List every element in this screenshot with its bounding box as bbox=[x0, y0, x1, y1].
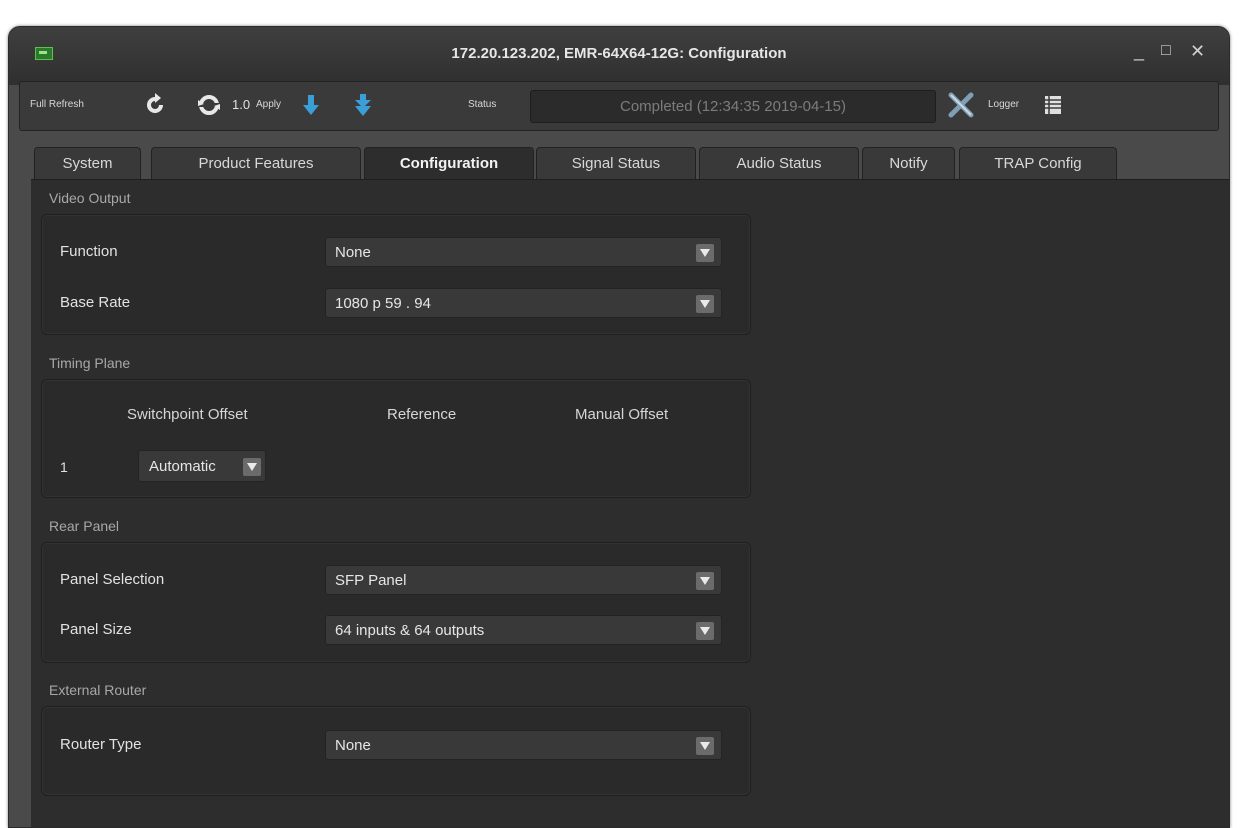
switchpoint-offset-select[interactable]: Automatic bbox=[138, 450, 266, 482]
tab-signal-status[interactable]: Signal Status bbox=[536, 147, 696, 179]
tab-product-features[interactable]: Product Features bbox=[151, 147, 361, 179]
config-window: 172.20.123.202, EMR-64X64-12G: Configura… bbox=[8, 26, 1230, 828]
tab-notify[interactable]: Notify bbox=[862, 147, 955, 179]
logger-list-icon[interactable] bbox=[1040, 92, 1066, 118]
chevron-down-icon bbox=[696, 295, 714, 313]
chevron-down-icon bbox=[696, 244, 714, 262]
base-rate-label: Base Rate bbox=[60, 294, 131, 311]
router-type-select[interactable]: None bbox=[325, 730, 722, 760]
video-output-title: Video Output bbox=[49, 190, 131, 206]
title-bar[interactable]: 172.20.123.202, EMR-64X64-12G: Configura… bbox=[9, 27, 1229, 85]
chevron-down-icon bbox=[696, 572, 714, 590]
download-all-icon[interactable] bbox=[350, 92, 376, 118]
full-refresh-label: Full Refresh bbox=[30, 99, 84, 110]
clear-status-x-icon[interactable] bbox=[948, 92, 974, 118]
logger-label: Logger bbox=[988, 99, 1020, 110]
video-output-group: Function None Base Rate 1080 p 59 . 94 bbox=[41, 214, 751, 335]
base-rate-value: 1080 p 59 . 94 bbox=[335, 295, 431, 312]
chevron-down-icon bbox=[243, 458, 261, 476]
download-icon[interactable] bbox=[298, 92, 324, 118]
base-rate-select[interactable]: 1080 p 59 . 94 bbox=[325, 288, 722, 318]
panel-selection-select[interactable]: SFP Panel bbox=[325, 565, 722, 595]
router-type-value: None bbox=[335, 737, 371, 754]
tab-configuration[interactable]: Configuration bbox=[364, 147, 534, 181]
timing-plane-title: Timing Plane bbox=[49, 355, 131, 371]
external-router-group: Router Type None bbox=[41, 706, 751, 796]
status-display: Completed (12:34:35 2019-04-15) bbox=[530, 90, 936, 123]
tab-system[interactable]: System bbox=[34, 147, 141, 179]
close-button[interactable]: ✕ bbox=[1190, 41, 1205, 61]
tab-audio-status[interactable]: Audio Status bbox=[699, 147, 859, 179]
refresh-interval-value[interactable]: 1.0 bbox=[232, 97, 250, 112]
panel-size-value: 64 inputs & 64 outputs bbox=[335, 622, 485, 639]
auto-refresh-icon[interactable] bbox=[196, 92, 222, 118]
chevron-down-icon bbox=[696, 737, 714, 755]
manual-offset-header: Manual Offset bbox=[575, 406, 669, 423]
function-label: Function bbox=[60, 243, 118, 260]
timing-row-index: 1 bbox=[60, 459, 68, 475]
function-select[interactable]: None bbox=[325, 237, 722, 267]
minimize-button[interactable]: _ bbox=[1134, 41, 1144, 61]
panel-size-select[interactable]: 64 inputs & 64 outputs bbox=[325, 615, 722, 645]
router-type-label: Router Type bbox=[60, 736, 142, 753]
maximize-button[interactable]: □ bbox=[1161, 41, 1171, 61]
panel-size-label: Panel Size bbox=[60, 621, 132, 638]
rear-panel-group: Panel Selection SFP Panel Panel Size 64 … bbox=[41, 542, 751, 663]
switchpoint-offset-value: Automatic bbox=[149, 458, 216, 475]
chevron-down-icon bbox=[696, 622, 714, 640]
function-value: None bbox=[335, 244, 371, 261]
external-router-title: External Router bbox=[49, 682, 147, 698]
apply-label[interactable]: Apply bbox=[256, 99, 281, 110]
window-title: 172.20.123.202, EMR-64X64-12G: Configura… bbox=[451, 45, 787, 62]
configuration-panel: Video Output Function None Base Rate 108… bbox=[31, 179, 1229, 827]
tab-trap-config[interactable]: TRAP Config bbox=[959, 147, 1117, 179]
rear-panel-title: Rear Panel bbox=[49, 518, 120, 534]
reference-header: Reference bbox=[387, 406, 457, 423]
toolbar: Full Refresh 1.0 Apply Status Completed … bbox=[19, 81, 1219, 131]
panel-selection-value: SFP Panel bbox=[335, 572, 407, 589]
switchpoint-offset-header: Switchpoint Offset bbox=[127, 406, 248, 423]
panel-selection-label: Panel Selection bbox=[60, 571, 165, 588]
timing-plane-group: Switchpoint Offset Reference Manual Offs… bbox=[41, 379, 751, 498]
status-label: Status bbox=[468, 99, 497, 110]
full-refresh-icon[interactable] bbox=[142, 92, 168, 118]
